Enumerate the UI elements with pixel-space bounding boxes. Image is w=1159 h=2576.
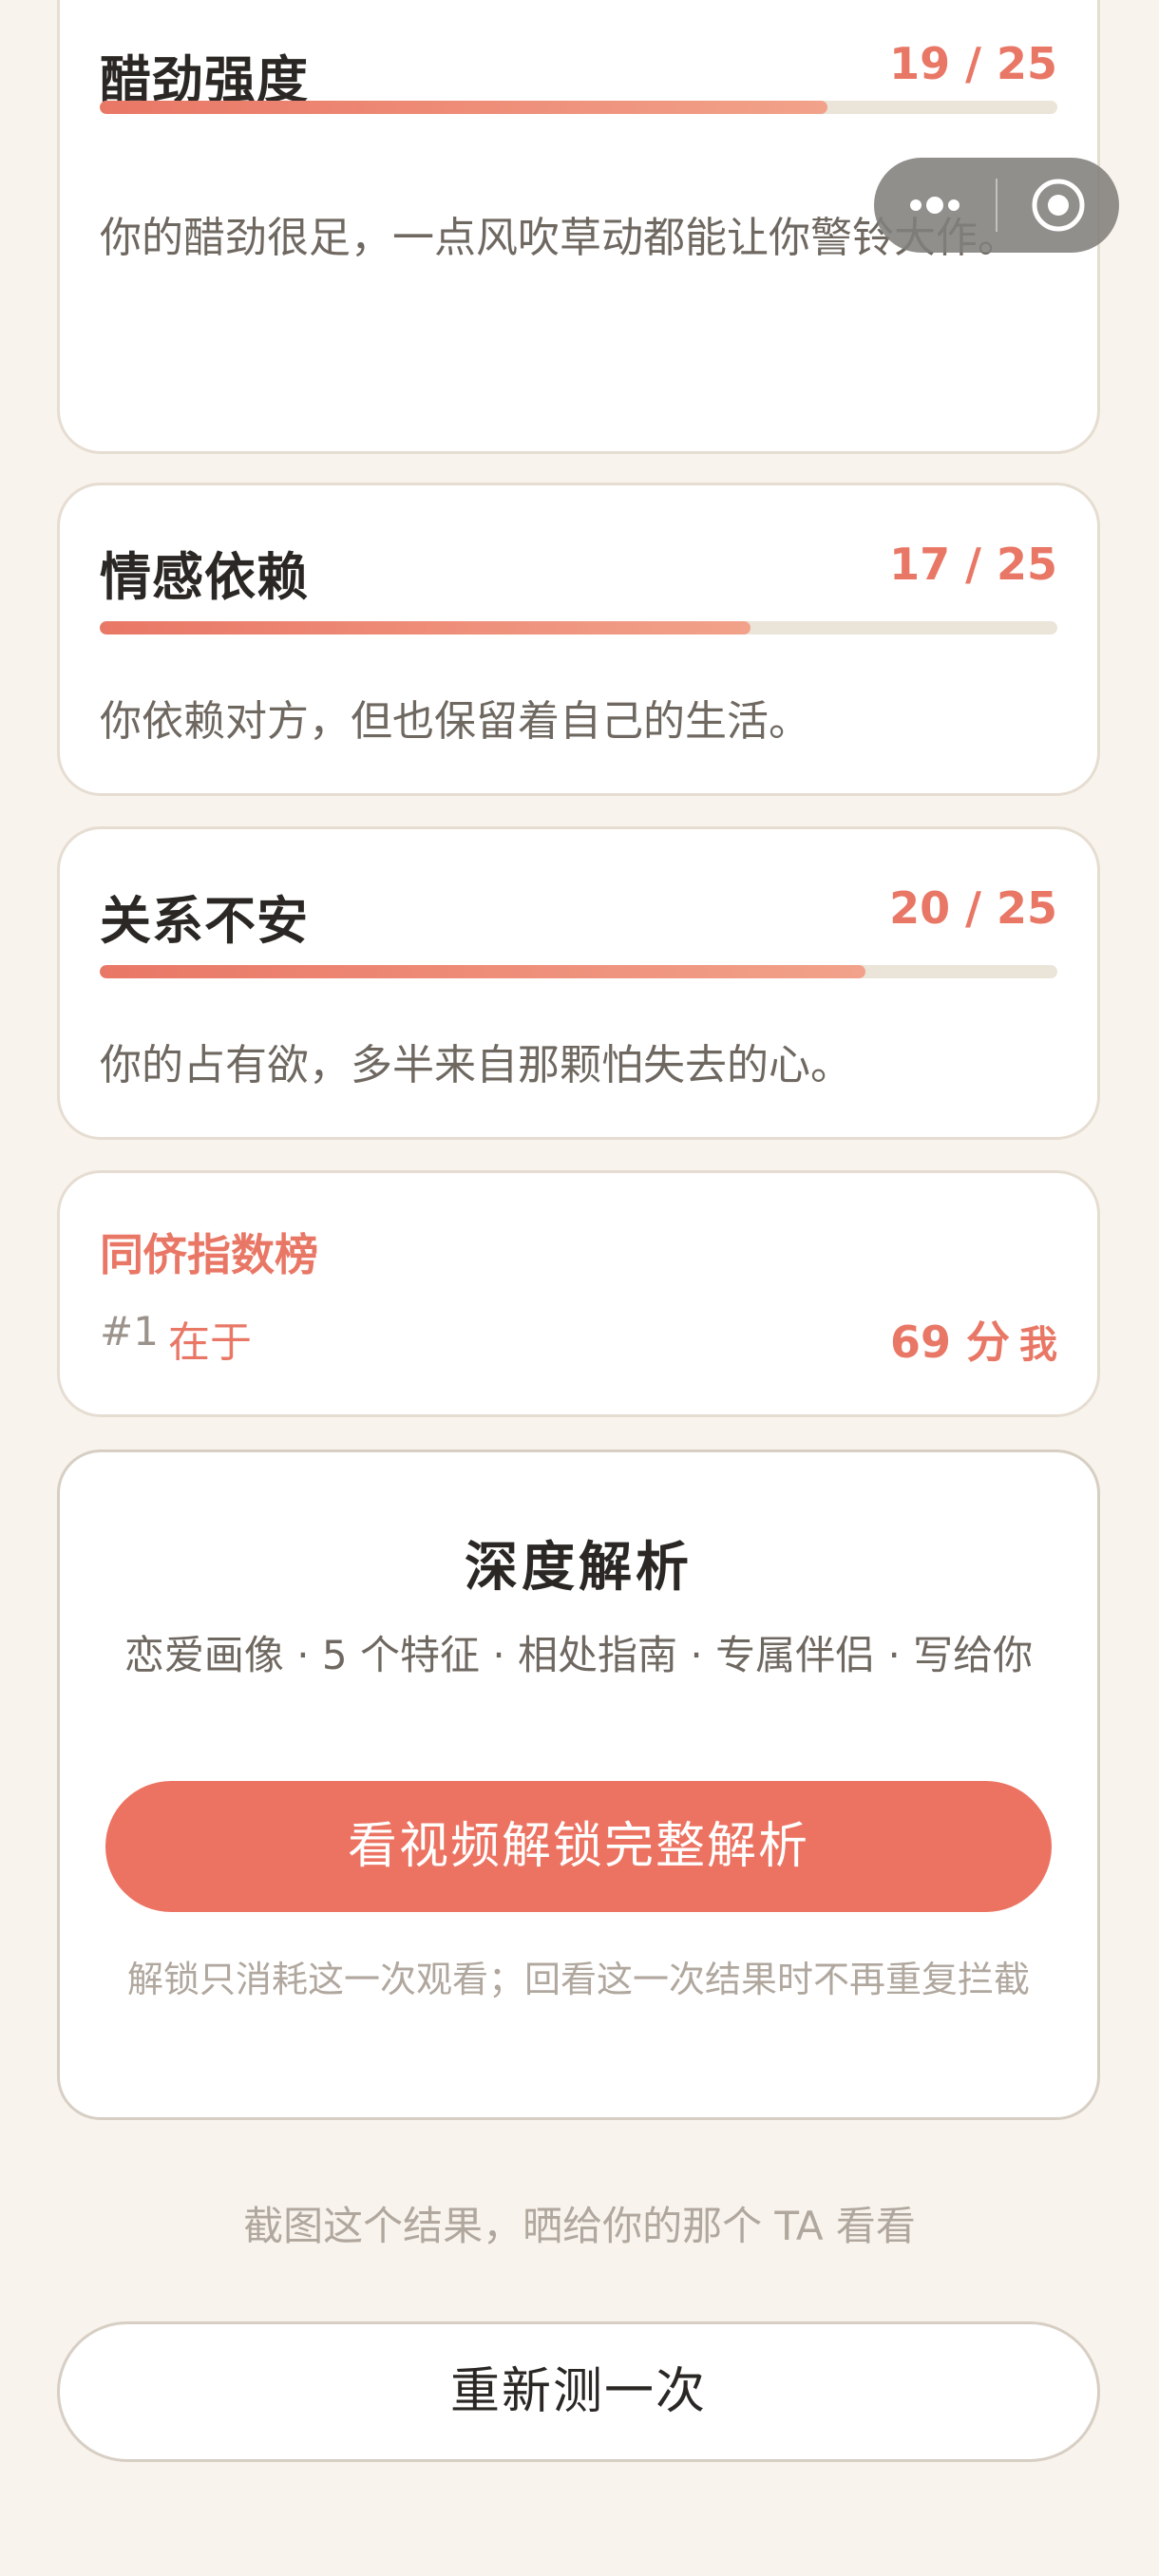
leaderboard-rank: #1 — [100, 1308, 159, 1354]
dimension-card-insecurity: 关系不安 20 / 25 你的占有欲，多半来自那颗怕失去的心。 — [57, 826, 1100, 1140]
unlock-full-analysis-button[interactable]: 看视频解锁完整解析 — [105, 1781, 1052, 1912]
dimension-progress-fill — [100, 101, 828, 114]
unlock-note: 解锁只消耗这一次观看；回看这一次结果时不再重复拦截 — [126, 1959, 1030, 2000]
dimension-title: 情感依赖 — [100, 547, 309, 607]
dimension-score: 19 / 25 — [889, 38, 1057, 89]
dimension-header: 关系不安 20 / 25 — [100, 879, 1057, 951]
result-page: 醋劲强度 19 / 25 你的醋劲很足，一点风吹草动都能让你警铃大作。 情感依赖… — [0, 0, 1159, 2576]
leaderboard-score-value: 69 分 — [889, 1316, 1010, 1368]
target-close-icon[interactable] — [998, 158, 1119, 253]
dimension-header: 情感依赖 17 / 25 — [100, 535, 1057, 607]
more-dots-icon[interactable] — [874, 158, 996, 253]
dimension-progress-bar — [100, 621, 1057, 635]
dimension-score: 20 / 25 — [889, 882, 1057, 934]
peer-leaderboard-card: 同侪指数榜 #1 在于 69 分我 — [57, 1170, 1100, 1417]
retest-button[interactable]: 重新测一次 — [57, 2321, 1100, 2462]
dimension-description: 你依赖对方，但也保留着自己的生活。 — [100, 697, 810, 746]
share-hint: 截图这个结果，晒给你的那个 TA 看看 — [243, 2203, 916, 2249]
leaderboard-name: 在于 — [168, 1318, 252, 1367]
dimension-progress-fill — [100, 965, 866, 978]
dimension-score: 17 / 25 — [889, 539, 1057, 590]
leaderboard-score: 69 分我 — [890, 1308, 1057, 1371]
dimension-card-dependency: 情感依赖 17 / 25 你依赖对方，但也保留着自己的生活。 — [57, 483, 1100, 796]
leaderboard-me-tag: 我 — [1019, 1323, 1057, 1367]
deep-analysis-features: 恋爱画像 · 5 个特征 · 相处指南 · 专属伴侣 · 写给你 — [124, 1632, 1034, 1678]
leaderboard-row: #1 在于 69 分我 — [100, 1308, 1057, 1368]
dimension-description: 你的占有欲，多半来自那颗怕失去的心。 — [100, 1041, 852, 1089]
deep-analysis-card: 深度解析 恋爱画像 · 5 个特征 · 相处指南 · 专属伴侣 · 写给你 看视… — [57, 1449, 1100, 2120]
deep-analysis-title: 深度解析 — [465, 1537, 693, 1599]
dimension-progress-bar — [100, 101, 1057, 114]
dimension-title: 关系不安 — [100, 891, 309, 951]
dimension-progress-bar — [100, 965, 1057, 978]
leaderboard-title: 同侪指数榜 — [100, 1229, 318, 1280]
mini-program-capsule — [874, 158, 1119, 253]
dimension-progress-fill — [100, 621, 751, 635]
